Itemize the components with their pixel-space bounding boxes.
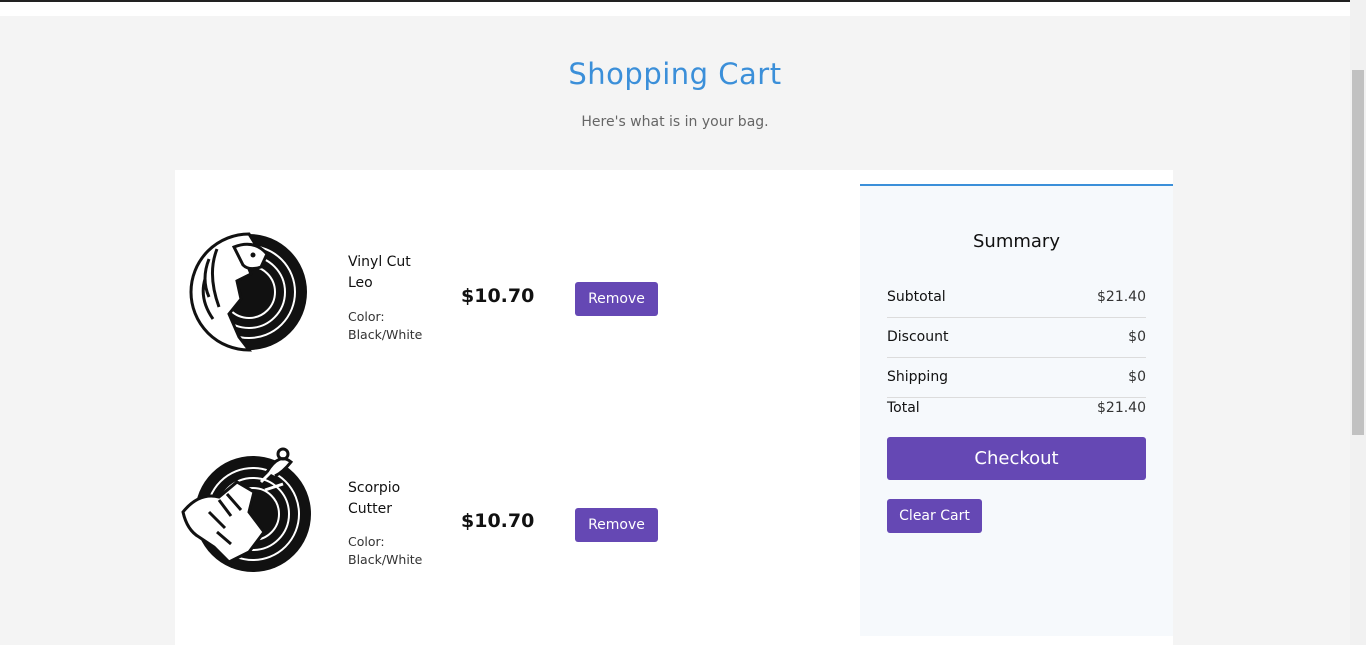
- subtotal-label: Subtotal: [887, 289, 946, 305]
- item-color: Color: Black/White: [348, 309, 423, 342]
- item-price: $10.70: [461, 510, 535, 532]
- summary-title: Summary: [973, 231, 1060, 252]
- item-name: Scorpio Cutter: [348, 480, 401, 517]
- scorpion-vinyl-icon: [179, 442, 319, 582]
- cart-panel: Vinyl Cut Leo Color: Black/White $10.70 …: [175, 170, 1173, 645]
- cart-item: Vinyl Cut Leo Color: Black/White $10.70 …: [175, 215, 855, 375]
- divider: [887, 317, 1146, 318]
- item-name: Vinyl Cut Leo: [348, 254, 411, 291]
- shipping-value: $0: [1128, 369, 1146, 385]
- summary-panel: Summary Subtotal $21.40 Discount $0 Ship…: [860, 184, 1173, 636]
- page-subtitle: Here's what is in your bag.: [581, 114, 769, 130]
- total-label: Total: [887, 400, 920, 416]
- shipping-row: Shipping $0: [887, 369, 1146, 385]
- subtotal-row: Subtotal $21.40: [887, 289, 1146, 305]
- scrollbar[interactable]: [1350, 0, 1366, 645]
- shipping-label: Shipping: [887, 369, 949, 385]
- remove-button[interactable]: Remove: [575, 282, 658, 316]
- divider: [887, 357, 1146, 358]
- discount-row: Discount $0: [887, 329, 1146, 345]
- discount-label: Discount: [887, 329, 949, 345]
- checkout-button[interactable]: Checkout: [887, 437, 1146, 480]
- scrollbar-thumb[interactable]: [1352, 70, 1364, 435]
- item-color: Color: Black/White: [348, 534, 423, 567]
- cart-item: Scorpio Cutter Color: Black/White $10.70…: [175, 440, 855, 600]
- total-value: $21.40: [1097, 400, 1146, 416]
- discount-value: $0: [1128, 329, 1146, 345]
- top-bar: [0, 2, 1350, 16]
- clear-cart-button[interactable]: Clear Cart: [887, 499, 982, 533]
- item-price: $10.70: [461, 285, 535, 307]
- remove-button[interactable]: Remove: [575, 508, 658, 542]
- divider: [887, 397, 1146, 398]
- page-title: Shopping Cart: [568, 57, 782, 91]
- lion-vinyl-icon: [179, 219, 319, 359]
- subtotal-value: $21.40: [1097, 289, 1146, 305]
- total-row: Total $21.40: [887, 400, 1146, 416]
